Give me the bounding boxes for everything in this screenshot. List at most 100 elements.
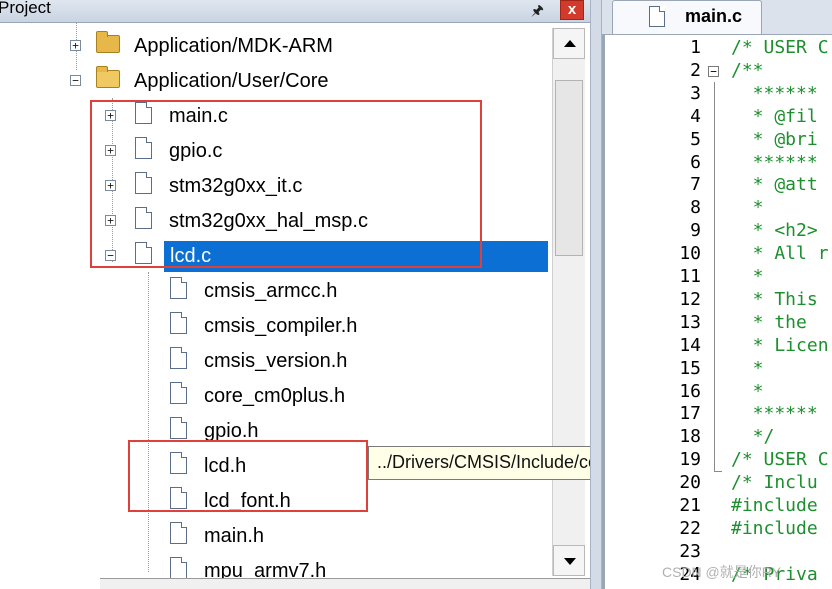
code-text: /* Inclu — [731, 472, 818, 494]
tree-item-cmsis-armcc-h[interactable]: cmsis_armcc.h — [0, 274, 552, 309]
collapse-toggle[interactable]: − — [105, 250, 116, 261]
tree-item-cmsis-compiler-h[interactable]: cmsis_compiler.h — [0, 309, 552, 344]
code-line[interactable]: 7 * @att — [605, 174, 832, 197]
code-line[interactable]: 20 /* Inclu — [605, 472, 832, 495]
tree-item-lcd-c[interactable]: − lcd.c — [0, 239, 552, 274]
code-line[interactable]: 14 * Licen — [605, 335, 832, 358]
c-file-icon — [135, 242, 152, 264]
scroll-thumb[interactable] — [555, 80, 583, 256]
line-number: 19 — [679, 449, 701, 471]
scroll-up-button[interactable] — [553, 28, 585, 59]
code-text: ****** — [731, 403, 818, 425]
watermark: CSDN @就是你RY — [662, 564, 781, 580]
code-text: /* USER C — [731, 37, 829, 58]
code-text: /** — [731, 59, 764, 81]
code-line[interactable]: 18 */ — [605, 426, 832, 449]
c-file-icon — [135, 172, 152, 194]
tree-item-core-cm0plus-h[interactable]: core_cm0plus.h — [0, 379, 552, 414]
code-line[interactable]: 13 * the — [605, 312, 832, 335]
code-line[interactable]: 16 * — [605, 381, 832, 404]
code-line[interactable]: 22 #include — [605, 518, 832, 541]
header-file-icon — [170, 277, 187, 299]
code-line[interactable]: 10 * All r — [605, 243, 832, 266]
line-number: 13 — [679, 311, 701, 333]
code-line[interactable]: 6 ****** — [605, 152, 832, 175]
header-file-icon — [170, 417, 187, 439]
file-path-tooltip: ../Drivers/CMSIS/Include/core_cm0plus.h — [368, 446, 590, 480]
code-text: * All r — [731, 243, 829, 265]
line-number: 11 — [679, 266, 701, 287]
header-file-icon — [170, 347, 187, 369]
code-line[interactable]: 3 ****** — [605, 83, 832, 106]
scroll-down-button[interactable] — [553, 545, 585, 576]
tree-item-cmsis-version-h[interactable]: cmsis_version.h — [0, 344, 552, 379]
line-number: 21 — [679, 495, 701, 516]
expand-toggle[interactable]: + — [105, 110, 116, 121]
code-line[interactable]: 1 /* USER C — [605, 37, 832, 60]
tree-item-main-c[interactable]: + main.c — [0, 99, 552, 134]
code-line[interactable]: 11 * — [605, 266, 832, 289]
code-line[interactable]: 5 * @bri — [605, 129, 832, 152]
code-text: * @bri — [731, 128, 818, 150]
tree-item-gpio-h[interactable]: gpio.h — [0, 414, 552, 449]
tree-item-stm32g0xx-hal-msp-c[interactable]: + stm32g0xx_hal_msp.c — [0, 204, 552, 239]
code-line[interactable]: 17 ****** — [605, 403, 832, 426]
expand-toggle[interactable]: + — [105, 145, 116, 156]
vertical-scrollbar[interactable] — [552, 28, 585, 576]
c-file-icon — [649, 6, 665, 27]
collapse-toggle[interactable]: − — [70, 75, 81, 86]
tree-item-label: lcd_font.h — [204, 490, 291, 512]
code-line[interactable]: 2 /** — [605, 60, 832, 83]
code-line[interactable]: 4 * @fil — [605, 106, 832, 129]
code-line[interactable]: 9 * <h2> — [605, 220, 832, 243]
close-panel-button[interactable]: x — [560, 0, 584, 20]
code-text: * This — [731, 288, 818, 310]
pin-icon[interactable]: 🖈 — [531, 0, 544, 24]
tree-item-label: Application/User/Core — [134, 70, 329, 92]
line-number: 2 — [690, 59, 701, 81]
header-file-icon — [170, 452, 187, 474]
code-line[interactable]: 8 * — [605, 197, 832, 220]
expand-toggle[interactable]: + — [105, 215, 116, 226]
line-number: 20 — [679, 472, 701, 494]
code-line[interactable]: 23 — [605, 541, 832, 564]
c-file-icon — [135, 102, 152, 124]
tree-item-label: gpio.c — [169, 140, 223, 162]
tree-item-label: main.h — [204, 525, 265, 547]
horizontal-scrollbar[interactable] — [100, 578, 590, 589]
tree-item-label: cmsis_compiler.h — [204, 315, 358, 337]
line-number: 12 — [679, 288, 701, 310]
line-number: 1 — [690, 37, 701, 58]
tree-item-gpio-c[interactable]: + gpio.c — [0, 134, 552, 169]
code-line[interactable]: 12 * This — [605, 289, 832, 312]
code-text: * @att — [731, 174, 818, 196]
tree-item-stm32g0xx-it-c[interactable]: + stm32g0xx_it.c — [0, 169, 552, 204]
code-line[interactable]: 21 #include — [605, 495, 832, 518]
tab-main-c[interactable]: main.c — [612, 0, 762, 34]
expand-toggle[interactable]: + — [70, 40, 81, 51]
code-area[interactable]: − 1/* USER C 2/** 3 ****** 4 * @fil 5 * @bri… — [602, 34, 832, 589]
tree-item-label: cmsis_armcc.h — [204, 280, 338, 302]
line-number: 18 — [679, 426, 701, 448]
code-text: #include — [731, 495, 818, 516]
code-text: * the — [731, 311, 818, 333]
tree-item-main-h[interactable]: main.h — [0, 519, 552, 554]
tree-item-application-mdk-arm[interactable]: + Application/MDK-ARM — [0, 29, 552, 64]
header-file-icon — [170, 522, 187, 544]
line-number: 23 — [679, 540, 701, 562]
folder-icon — [96, 31, 120, 53]
code-line[interactable]: 15 * — [605, 358, 832, 381]
header-file-icon — [170, 487, 187, 509]
code-text: * @fil — [731, 105, 818, 127]
open-folder-icon — [96, 66, 120, 88]
expand-toggle[interactable]: + — [105, 180, 116, 191]
editor-tab-strip: main.c — [602, 0, 832, 35]
tree-item-label: lcd.h — [204, 455, 247, 477]
tree-item-application-user-core[interactable]: − Application/User/Core — [0, 64, 552, 99]
code-text: */ — [731, 426, 775, 448]
code-line[interactable]: 19 /* USER C — [605, 449, 832, 472]
tree-item-label: stm32g0xx_hal_msp.c — [169, 210, 368, 232]
tree-item-label: core_cm0plus.h — [204, 385, 346, 407]
tree-item-lcd-font-h[interactable]: lcd_font.h — [0, 484, 552, 519]
panel-splitter[interactable] — [590, 0, 602, 589]
